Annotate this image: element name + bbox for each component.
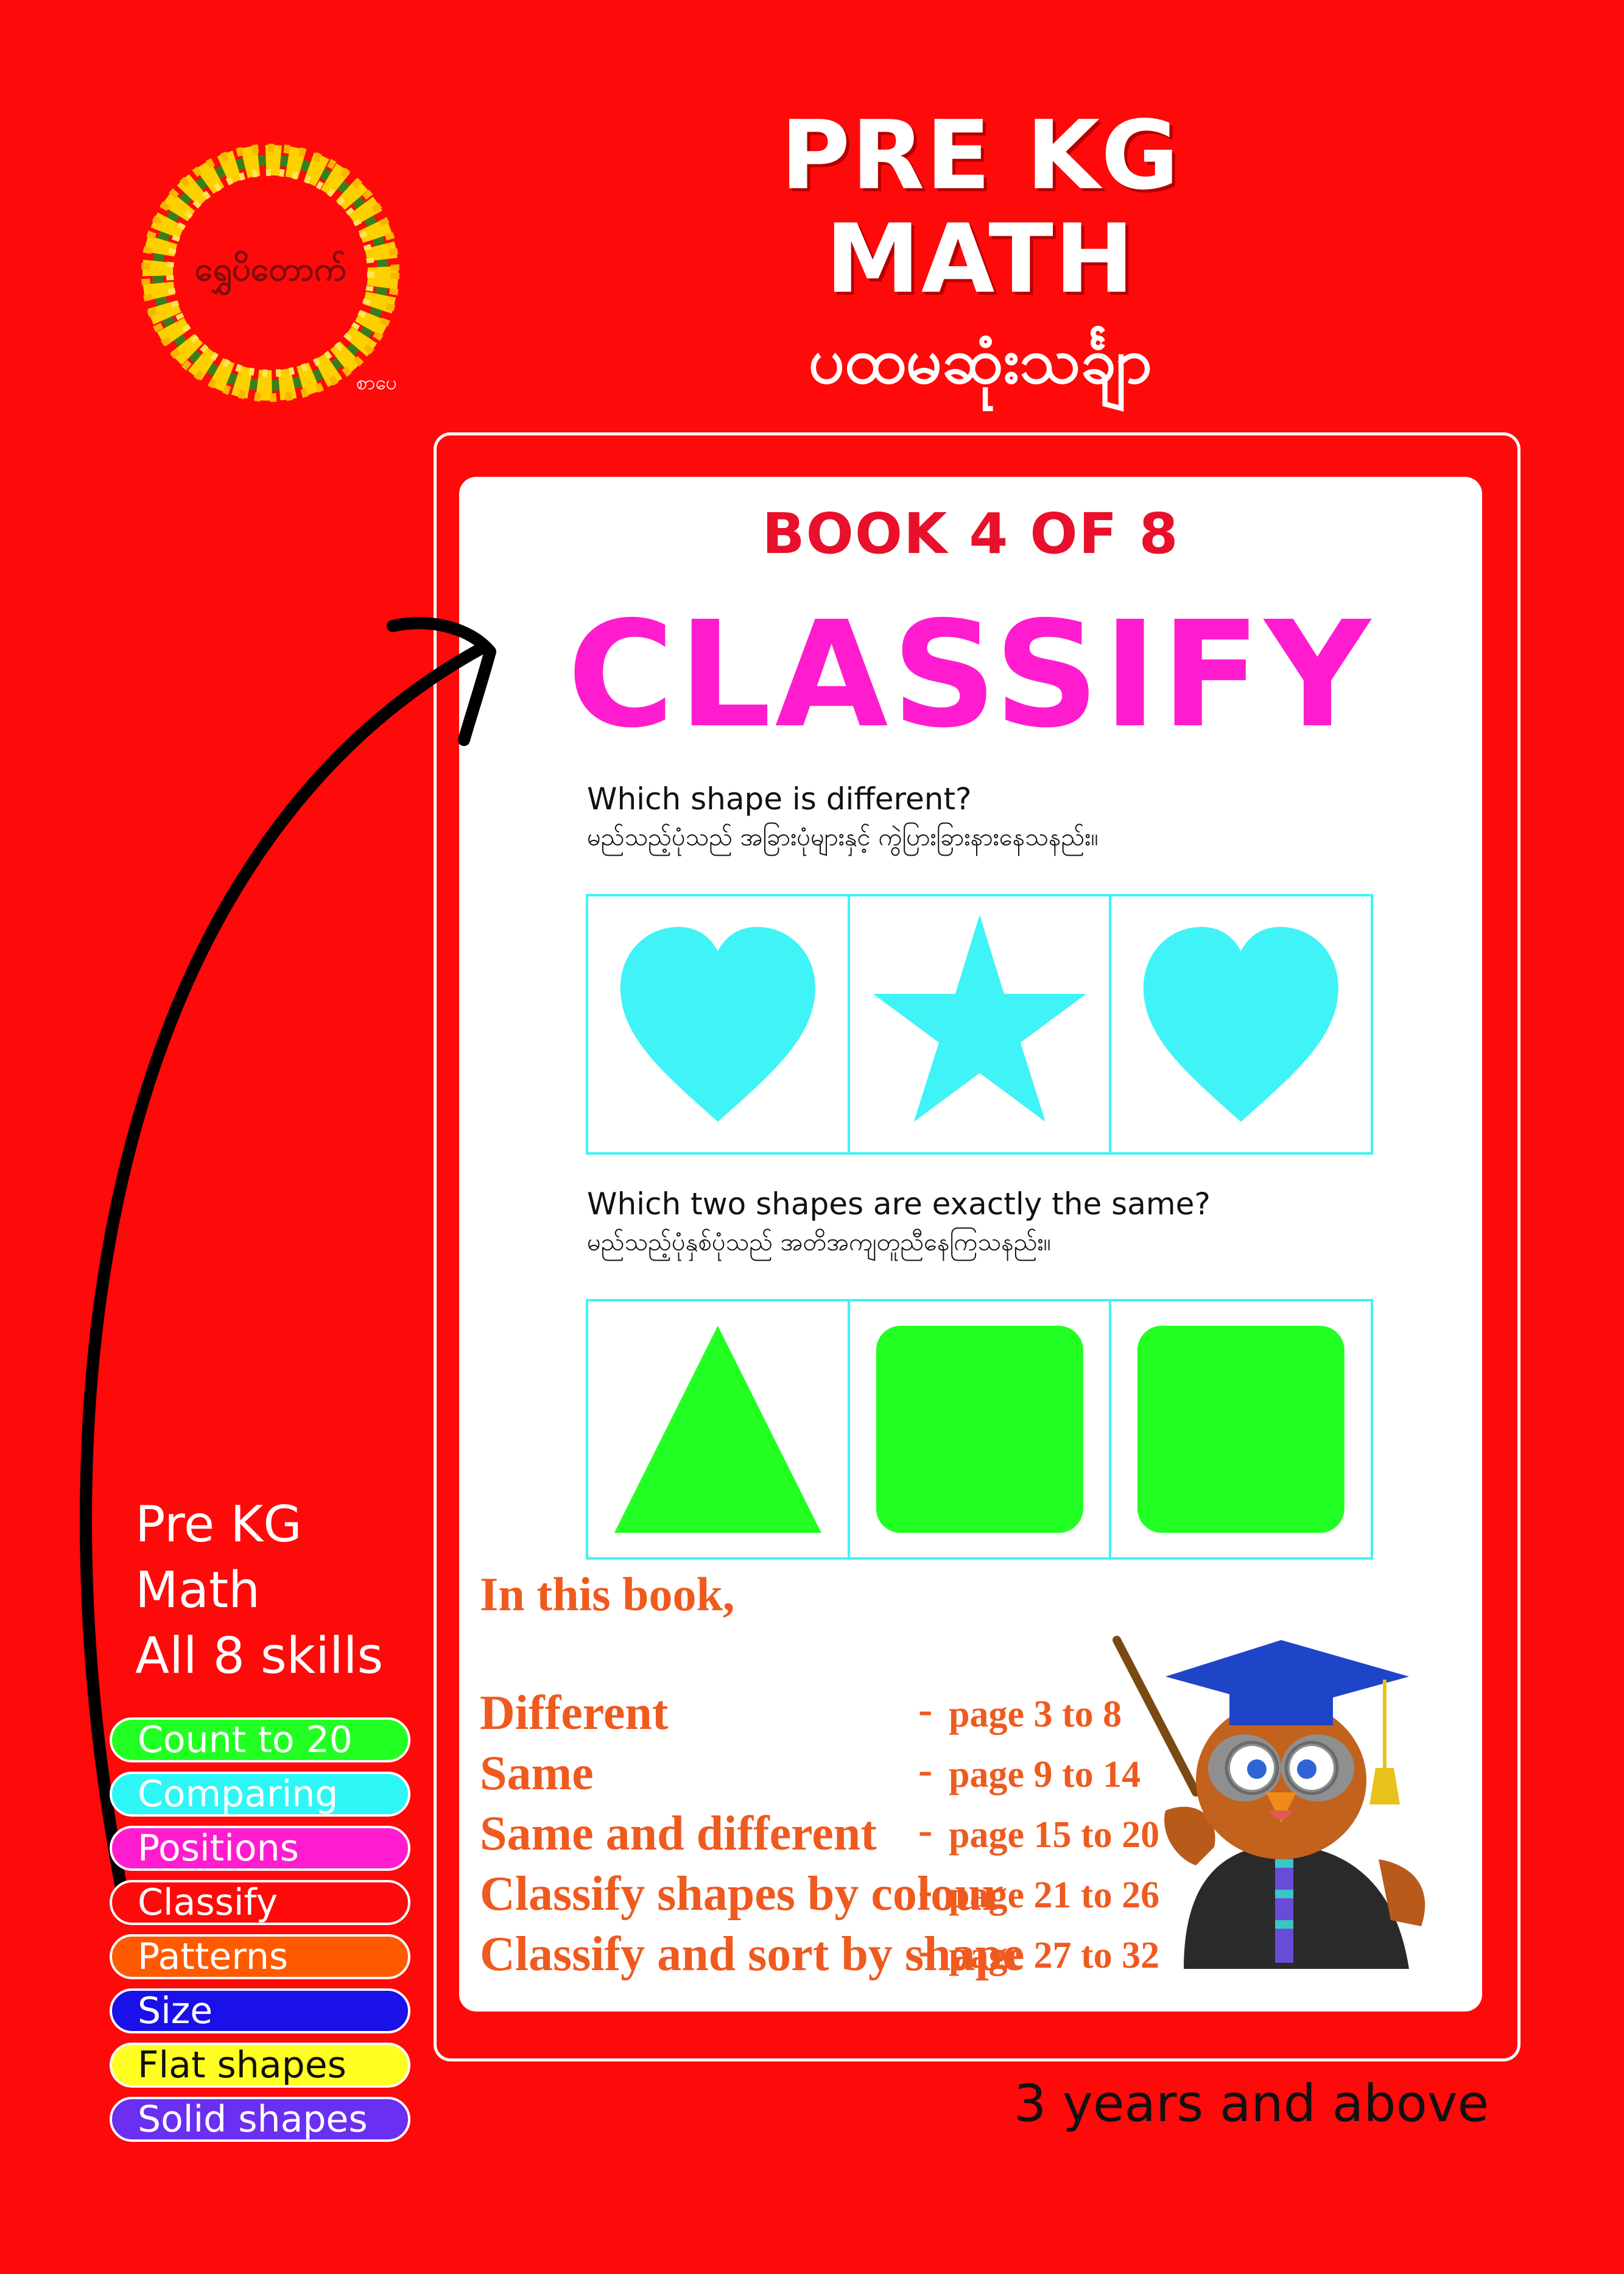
skills-line-3: All 8 skills <box>135 1627 384 1685</box>
question-1-myanmar: မည်သည့်ပုံသည် အခြားပုံများနှင့် ကွဲပြားခ… <box>587 823 1098 851</box>
list-item: Different - page 3 to 8 <box>480 1686 1162 1746</box>
age-label: 3 years and above <box>1014 2074 1489 2133</box>
toc-dash: - <box>918 1807 933 1854</box>
toc-dash: - <box>918 1927 933 1974</box>
skill-pill[interactable]: Positions <box>110 1826 410 1871</box>
list-item: Same - page 9 to 14 <box>480 1746 1162 1806</box>
rounded-square-icon <box>1137 1326 1345 1533</box>
content-panel: BOOK 4 OF 8 CLASSIFY Which shape is diff… <box>459 477 1482 2012</box>
book-number: BOOK 4 OF 8 <box>762 501 1179 566</box>
skills-line-2: Math <box>135 1561 261 1619</box>
toc-topic: Classify and sort by shape <box>480 1927 1024 1981</box>
skill-pill[interactable]: Patterns <box>110 1934 410 1979</box>
shape-grid-1 <box>586 894 1373 1155</box>
skills-heading: Pre KG Math All 8 skills <box>135 1492 383 1689</box>
publisher-subtitle: စာပေ <box>356 371 397 394</box>
list-item: Classify shapes by colour - page 21 to 2… <box>480 1867 1162 1927</box>
shape-cell[interactable] <box>588 896 848 1152</box>
question-1-english: Which shape is different? <box>587 781 972 817</box>
table-of-contents: Different - page 3 to 8 Same - page 9 to… <box>480 1686 1162 1987</box>
question-2-myanmar: မည်သည့်ပုံနှစ်ပုံသည် အတိအကျတူညီနေကြသနည်း… <box>587 1228 1051 1256</box>
toc-dash: - <box>918 1686 933 1733</box>
triangle-icon <box>614 1326 821 1533</box>
list-item: Classify and sort by shape - page 27 to … <box>480 1927 1162 1987</box>
series-title: PRE KG MATH ပထမဆုံးသင်္ချာ <box>731 104 1230 414</box>
toc-dash: - <box>918 1867 933 1914</box>
skill-pill[interactable]: Size <box>110 1988 410 2033</box>
toc-topic: Different <box>480 1686 669 1740</box>
heart-icon <box>1144 927 1339 1122</box>
publisher-name: ရွှေပိတောက် <box>194 250 346 288</box>
shape-cell[interactable] <box>588 1301 848 1557</box>
toc-topic: Same and different <box>480 1807 877 1860</box>
skill-pill[interactable]: Comparing <box>110 1772 410 1817</box>
owl-teacher-icon <box>1113 1636 1425 1969</box>
shape-cell[interactable] <box>847 1301 1109 1557</box>
shape-cell[interactable] <box>1109 1301 1371 1557</box>
book-title: CLASSIFY <box>567 590 1374 760</box>
shape-cell[interactable] <box>1109 896 1371 1152</box>
skill-pill[interactable]: Solid shapes <box>110 2097 410 2142</box>
skill-pill-active[interactable]: Classify <box>110 1880 410 1925</box>
rounded-square-icon <box>876 1326 1083 1533</box>
star-icon <box>873 915 1086 1122</box>
question-2: Which two shapes are exactly the same? မ… <box>587 1186 1211 1262</box>
shape-cell[interactable] <box>847 896 1109 1152</box>
skill-pill[interactable]: Count to 20 <box>110 1717 410 1762</box>
skills-line-1: Pre KG <box>135 1496 302 1554</box>
title-line-2: MATH <box>825 203 1136 314</box>
book-cover: ရွှေပိတောက် စာပေ PRE KG MATH ပထမဆုံးသင်္… <box>0 0 1624 2274</box>
toc-dash: - <box>918 1747 933 1794</box>
title-myanmar: ပထမဆုံးသင်္ချာ <box>808 323 1153 398</box>
shape-grid-2 <box>586 1299 1373 1560</box>
contents-heading: In this book, <box>480 1568 735 1621</box>
list-item: Same and different - page 15 to 20 <box>480 1806 1162 1867</box>
question-1: Which shape is different? မည်သည့်ပုံသည် … <box>587 781 1098 857</box>
skill-pill[interactable]: Flat shapes <box>110 2043 410 2088</box>
title-line-1: PRE KG <box>780 100 1181 211</box>
question-2-english: Which two shapes are exactly the same? <box>587 1186 1211 1222</box>
toc-topic: Same <box>480 1747 594 1800</box>
heart-icon <box>620 927 815 1122</box>
